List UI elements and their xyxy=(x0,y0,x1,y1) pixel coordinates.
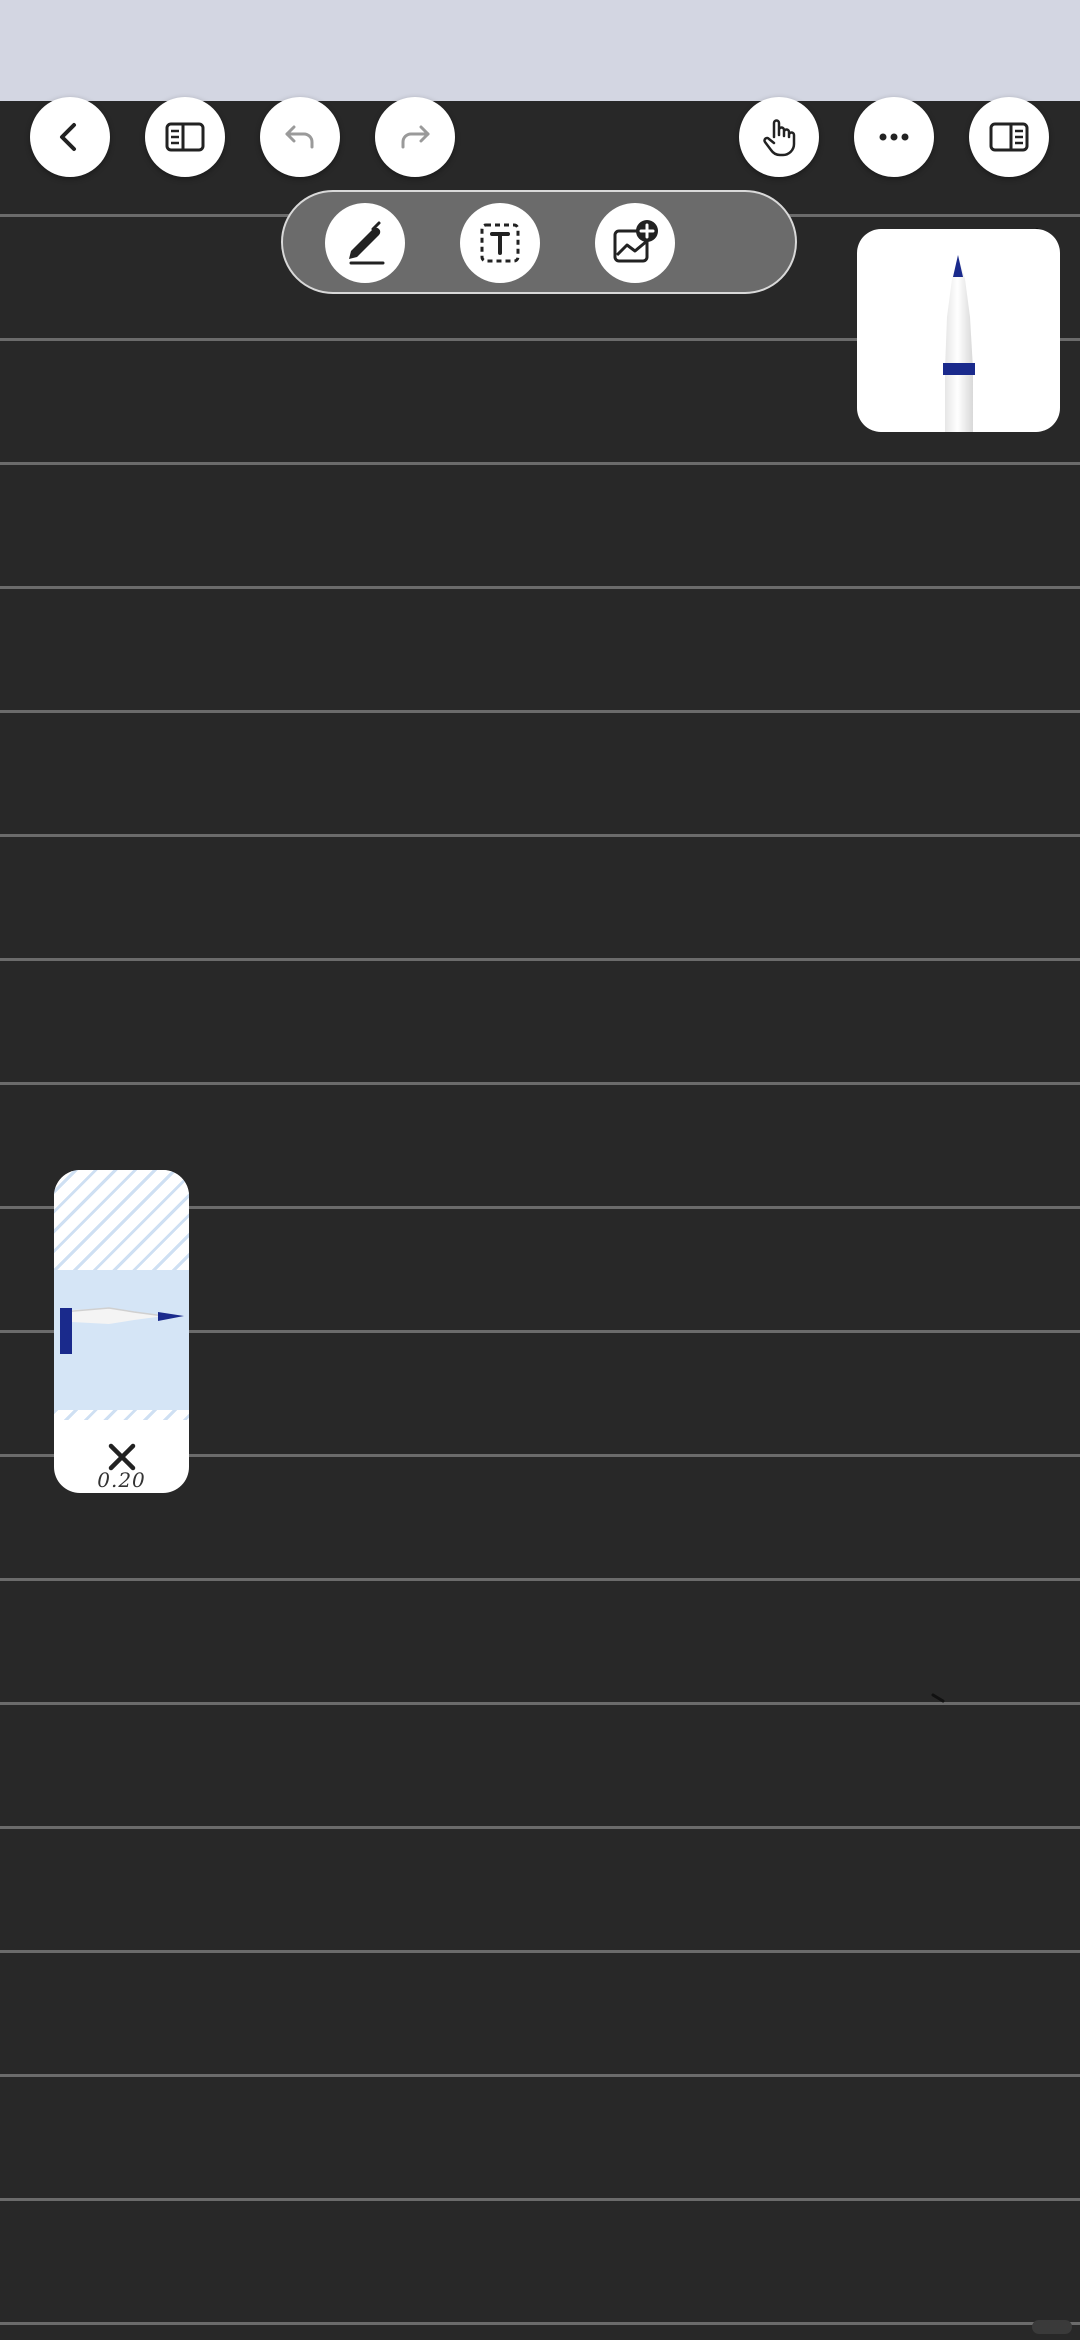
undo-icon xyxy=(285,125,314,149)
pen-tool-button[interactable] xyxy=(325,203,405,283)
ruled-line xyxy=(0,586,1080,589)
sidebar-right-icon xyxy=(989,122,1029,152)
ruled-line xyxy=(0,1950,1080,1953)
current-pen-preview[interactable] xyxy=(857,229,1060,432)
close-icon xyxy=(108,1443,135,1470)
close-palette-button[interactable] xyxy=(54,1420,189,1493)
fineliner-pen-icon xyxy=(60,1307,184,1354)
more-options-button[interactable] xyxy=(854,97,934,177)
ruled-line xyxy=(0,1826,1080,1829)
slot-divider xyxy=(54,1410,189,1420)
tool-selector xyxy=(281,190,1051,294)
ruled-line xyxy=(0,2198,1080,2201)
undo-button[interactable] xyxy=(260,97,340,177)
hand-tool-button[interactable] xyxy=(739,97,819,177)
ruled-line xyxy=(0,1702,1080,1705)
ruled-line xyxy=(0,1578,1080,1581)
ellipsis-icon xyxy=(879,133,909,141)
ruled-line xyxy=(0,1082,1080,1085)
redo-icon xyxy=(401,125,430,149)
ruled-line xyxy=(0,2322,1080,2325)
redo-button[interactable] xyxy=(375,97,455,177)
selected-pen-slot[interactable]: 0.20 xyxy=(54,1270,189,1492)
ruled-line xyxy=(0,2074,1080,2077)
sidebar-left-icon xyxy=(165,122,205,152)
pen-preview-icon xyxy=(943,255,975,432)
chevron-left-icon xyxy=(60,123,76,151)
empty-pen-slot[interactable] xyxy=(54,1170,189,1270)
text-box-icon xyxy=(480,223,520,263)
watermark xyxy=(1032,2320,1072,2334)
ruled-line xyxy=(0,834,1080,837)
pen-tool-icon xyxy=(349,221,385,265)
status-bar xyxy=(0,0,1080,101)
add-image-icon xyxy=(613,220,658,263)
add-image-tool-button[interactable] xyxy=(595,203,675,283)
ruled-line xyxy=(0,710,1080,713)
text-box-tool-button[interactable] xyxy=(460,203,540,283)
back-button[interactable] xyxy=(30,97,110,177)
ruled-line xyxy=(0,958,1080,961)
ink-stroke xyxy=(931,1693,945,1703)
pen-palette: 0.20 xyxy=(54,1170,189,1493)
ruled-line xyxy=(0,462,1080,465)
left-sidebar-button[interactable] xyxy=(145,97,225,177)
right-sidebar-button[interactable] xyxy=(969,97,1049,177)
hand-pointer-icon xyxy=(763,119,796,157)
